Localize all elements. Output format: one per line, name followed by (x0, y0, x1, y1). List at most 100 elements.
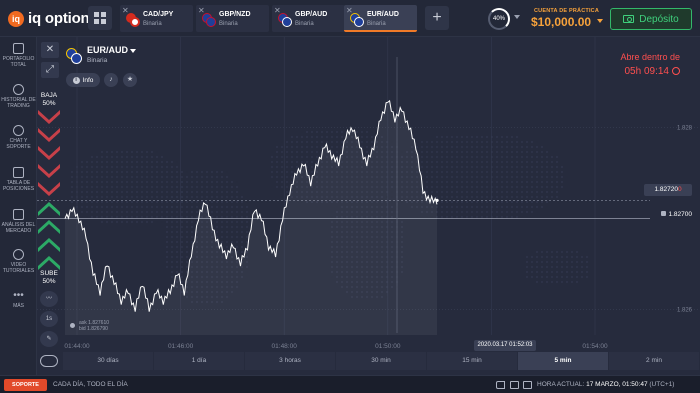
price-dot (435, 198, 439, 202)
sidebar-item-chat[interactable]: CHAT Y SOPORTE (0, 125, 37, 150)
flag-au-icon (354, 17, 364, 27)
sidebar-item-history[interactable]: HISTORIAL DE TRADING (0, 84, 37, 109)
tab-type-label: Binaria (295, 21, 314, 27)
lock-icon (660, 211, 666, 216)
period-option[interactable]: 1 día (154, 352, 245, 370)
period-option[interactable]: 2 min (609, 352, 700, 370)
asset-flag-icon (66, 48, 82, 64)
leverage-gauge[interactable]: 40% (488, 8, 510, 30)
sidebar-item-video[interactable]: VIDEO TUTORIALES (0, 249, 37, 274)
play-icon (13, 249, 24, 260)
asset-type: Binaria (87, 57, 108, 64)
current-price-box: 1.827200 (644, 184, 692, 196)
sentiment-bar (38, 110, 60, 270)
period-option[interactable]: 15 min (427, 352, 518, 370)
asset-grid-button[interactable] (88, 6, 112, 30)
close-chart-button[interactable]: ✕ (41, 42, 59, 58)
sidebar-item-label: TABLA DE POSICIONES (2, 180, 35, 192)
sidebar-item-leaderboard[interactable]: TABLA DE POSICIONES (0, 167, 37, 192)
time-value: 17 MARZO, 01:50:47 (586, 381, 648, 388)
deposit-button[interactable]: Depósito (610, 8, 692, 30)
sidebar-item-market-analysis[interactable]: ANÁLISIS DEL MERCADO (0, 209, 37, 234)
period-option[interactable]: 30 días (63, 352, 154, 370)
expand-icon[interactable]: ⤢ (41, 62, 59, 78)
sidebar-item-label: MÁS (13, 303, 24, 309)
account-balance[interactable]: $10,000.00 (531, 15, 591, 29)
period-selector: 30 días 1 día 3 horas 30 min 15 min 5 min 2 mi… (63, 352, 700, 370)
flag-pair-icon (350, 13, 364, 27)
time-label-text: HORA ACTUAL: (537, 381, 585, 388)
down-label-text: BAJA (40, 92, 58, 99)
chat-bubble-icon[interactable] (40, 355, 58, 367)
tab-eur-aud[interactable]: ✕ EUR/AUD Binaria (344, 5, 417, 32)
strike-price: 1.82700 (668, 211, 693, 218)
flag-jp-icon (130, 17, 140, 27)
chevron-down-icon[interactable] (130, 49, 136, 53)
down-chevron-icon (38, 128, 60, 142)
support-button[interactable]: SOPORTE (4, 379, 47, 391)
tab-cad-jpy[interactable]: ✕ CAD/JPY Binaria (120, 5, 193, 32)
logo-text: iq option (28, 10, 90, 27)
volume-icon[interactable] (496, 381, 505, 389)
flag-pair-icon (126, 13, 140, 27)
chevron-down-icon[interactable] (597, 19, 603, 23)
timeframe-button[interactable]: 1s (40, 311, 58, 327)
support-tagline: CADA DÍA, TODO EL DÍA (53, 381, 128, 388)
leaderboard-icon (13, 167, 24, 178)
logo[interactable]: iq iq option (8, 10, 90, 27)
sidebar-item-more[interactable]: ••• MÁS (0, 291, 37, 310)
up-pct: 50% (42, 278, 56, 285)
strike-price-box: 1.82700 (648, 209, 692, 220)
down-label: BAJA 50% (36, 92, 62, 108)
tab-gbp-aud[interactable]: ✕ GBP/AUD Binaria (272, 5, 345, 32)
sidebar-item-portfolio[interactable]: PORTAFOLIO TOTAL (0, 43, 37, 68)
sidebar-item-label: ANÁLISIS DEL MERCADO (1, 222, 36, 234)
sidebar-item-label: CHAT Y SOPORTE (6, 138, 31, 150)
asset-name[interactable]: EUR/AUD (87, 45, 128, 55)
up-chevron-icon (38, 238, 60, 252)
star-icon[interactable]: ★ (123, 73, 137, 87)
footer-bar: SOPORTE CADA DÍA, TODO EL DÍA HORA ACTUA… (0, 375, 700, 393)
x-tick-label: 01:44:00 (64, 343, 90, 350)
period-option[interactable]: 5 min (518, 352, 609, 370)
period-option[interactable]: 3 horas (245, 352, 336, 370)
grid-icon-cell (101, 19, 106, 24)
sidebar-item-label: VIDEO TUTORIALES (2, 262, 35, 274)
sidebar-item-label: PORTAFOLIO TOTAL (2, 56, 35, 68)
grid-icon-cell (94, 19, 99, 24)
chart-type-button[interactable]: 〰 (40, 291, 58, 307)
price-chart[interactable]: 01:44:0001:46:0001:48:0001:50:0001:52:00… (37, 37, 700, 375)
top-bar: iq iq option ✕ CAD/JPY Binaria ✕ GBP/NZD… (0, 0, 700, 37)
bell-icon[interactable]: ♪ (104, 73, 118, 87)
down-chevron-icon (38, 110, 60, 124)
expiry-label: Abre dentro de (620, 52, 680, 62)
grid-icon-cell (101, 12, 106, 17)
chart-area[interactable]: 01:44:0001:46:0001:48:0001:50:0001:52:00… (37, 37, 700, 375)
account-type-label[interactable]: CUENTA DE PRÁCTICA (534, 8, 599, 14)
pencil-icon[interactable]: ✎ (40, 331, 58, 347)
briefcase-icon (13, 43, 24, 54)
tab-pair-label: GBP/NZD (219, 11, 251, 18)
settings-icon[interactable] (510, 381, 519, 389)
clock-icon (672, 67, 680, 76)
up-label: SUBE 50% (36, 270, 62, 286)
price-series (64, 99, 439, 335)
history-icon (13, 84, 24, 95)
left-sidebar: PORTAFOLIO TOTAL HISTORIAL DE TRADING CH… (0, 37, 37, 375)
chevron-down-icon[interactable] (514, 15, 520, 19)
tab-gbp-nzd[interactable]: ✕ GBP/NZD Binaria (196, 5, 269, 32)
grid-icon (94, 12, 99, 17)
expiry-time: 05h 09:14 (624, 66, 670, 77)
flag-pair-icon (202, 13, 216, 27)
tab-type-label: Binaria (367, 21, 386, 27)
period-option[interactable]: 30 min (336, 352, 427, 370)
up-chevron-icon (38, 256, 60, 270)
y-tick-label: 1.828 (677, 126, 693, 132)
expiry-timer: 05h 09:14 (598, 66, 680, 77)
add-tab-button[interactable]: + (425, 6, 449, 30)
bid-value: bid 1.826790 (79, 326, 108, 332)
tab-pair-label: EUR/AUD (367, 11, 399, 18)
fullscreen-icon[interactable] (523, 381, 532, 389)
info-button[interactable]: i Info (66, 73, 100, 87)
flag-pair-icon (278, 13, 292, 27)
